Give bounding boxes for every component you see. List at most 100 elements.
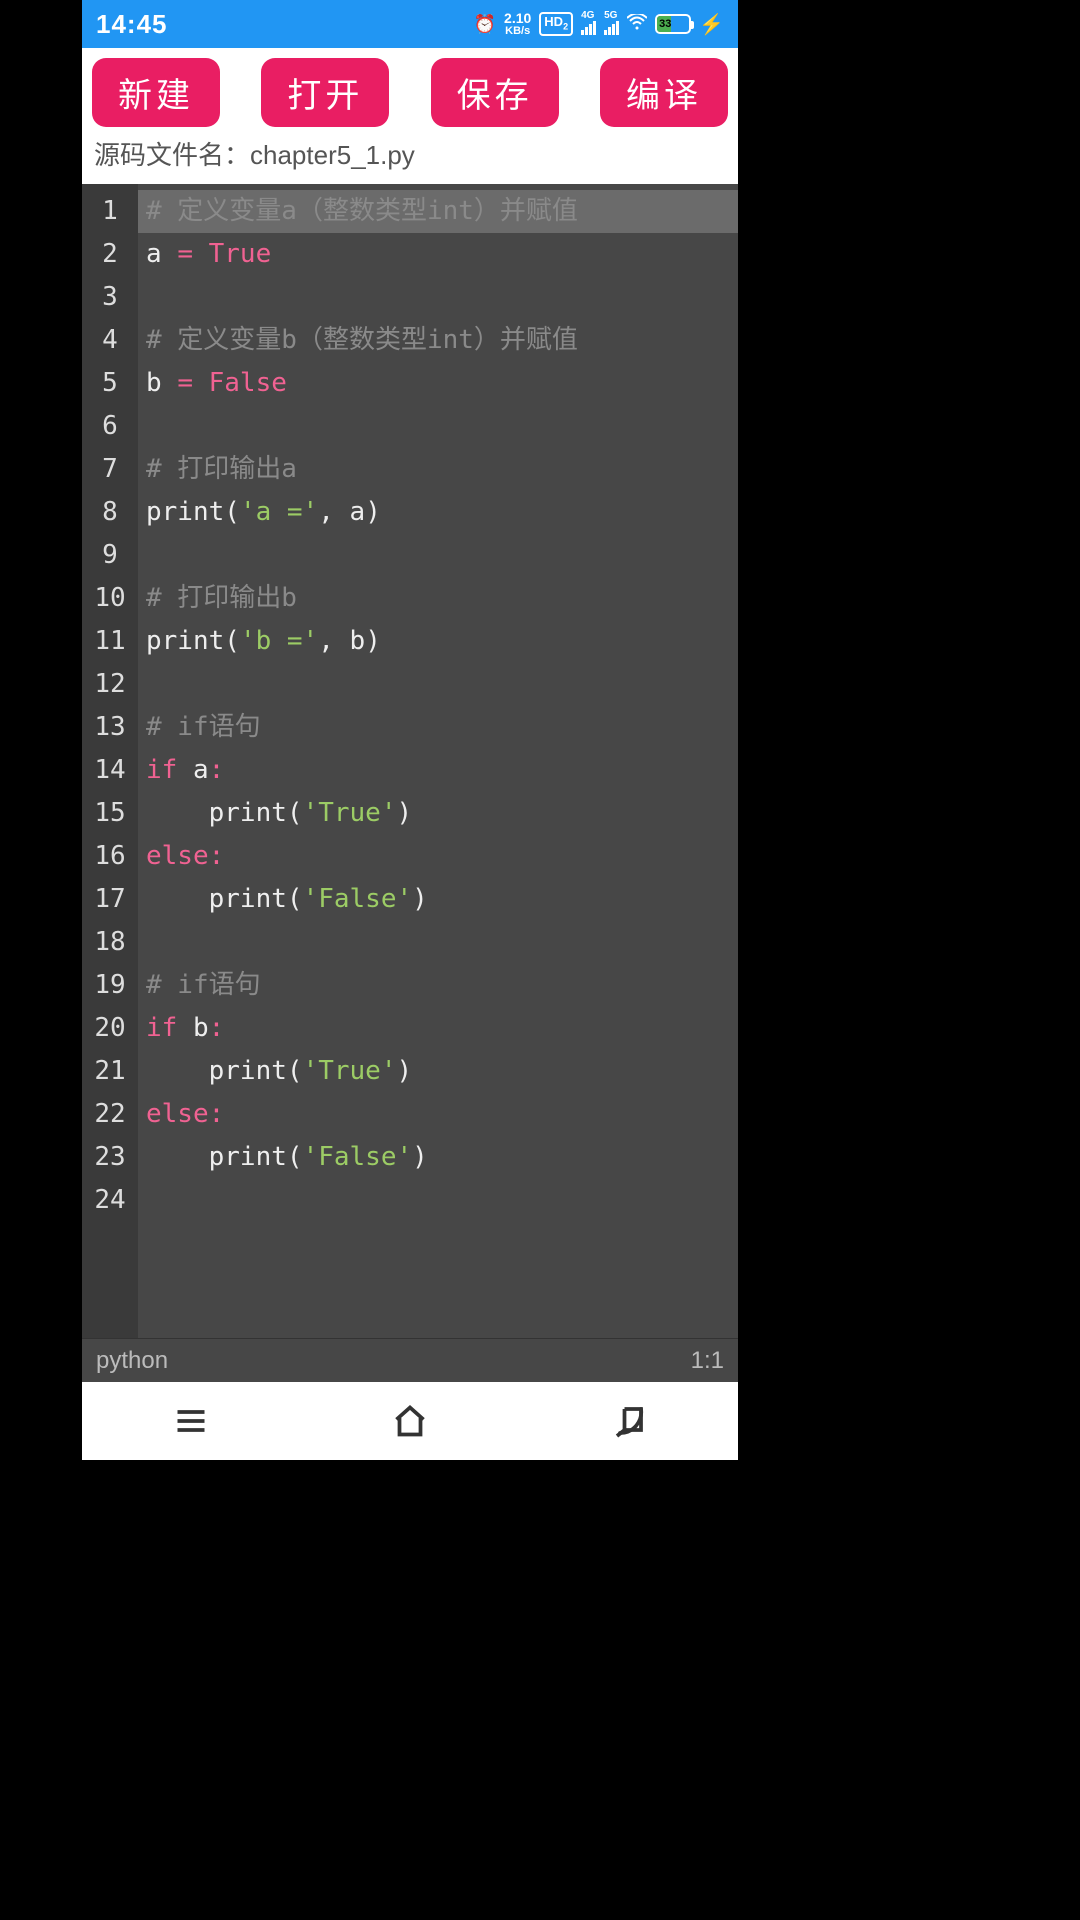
code-area[interactable]: # 定义变量a（整数类型int）并赋值 a = True # 定义变量b（整数类型i… <box>138 184 738 1338</box>
code-token: ( <box>287 884 303 914</box>
toolbar: 新建 打开 保存 编译 源码文件名：chapter5_1.py <box>82 48 738 184</box>
code-line[interactable]: # 打印输出b <box>138 577 738 620</box>
code-token <box>146 798 209 828</box>
code-line[interactable] <box>138 921 738 964</box>
code-token: : <box>209 755 225 785</box>
back-button[interactable] <box>607 1399 651 1443</box>
code-token: # 打印输出a <box>146 454 297 484</box>
code-token: print <box>209 1142 287 1172</box>
code-token: 'True' <box>303 1056 397 1086</box>
line-number: 8 <box>82 491 138 534</box>
compile-button[interactable]: 编译 <box>600 58 728 127</box>
net-speed: 2.10KB/s <box>504 11 531 37</box>
charging-icon: ⚡ <box>699 12 724 37</box>
code-line[interactable]: b = False <box>138 362 738 405</box>
code-token: = <box>177 239 193 269</box>
code-token: ) <box>365 497 381 527</box>
code-token: : <box>209 1099 225 1129</box>
code-token: ) <box>396 798 412 828</box>
code-line[interactable]: print('True') <box>138 792 738 835</box>
cursor-position: 1:1 <box>691 1347 724 1375</box>
alarm-icon: ⏰ <box>474 14 496 35</box>
line-number: 7 <box>82 448 138 491</box>
code-token <box>146 1142 209 1172</box>
code-token: a <box>177 755 208 785</box>
code-token: , <box>318 497 349 527</box>
phone-screen: 14:45 ⏰ 2.10KB/s HD2 4G 5G 33 ⚡ 新建 打开 保存… <box>82 0 738 1460</box>
button-row: 新建 打开 保存 编译 <box>92 58 728 127</box>
code-editor[interactable]: 123456789101112131415161718192021222324 … <box>82 184 738 1338</box>
code-token: a <box>146 239 177 269</box>
line-number: 3 <box>82 276 138 319</box>
code-token: ) <box>396 1056 412 1086</box>
code-line[interactable]: if b: <box>138 1007 738 1050</box>
line-number: 14 <box>82 749 138 792</box>
code-line[interactable] <box>138 405 738 448</box>
line-number: 19 <box>82 964 138 1007</box>
line-number: 20 <box>82 1007 138 1050</box>
hd-icon: HD2 <box>539 12 573 37</box>
code-token: 'False' <box>303 884 413 914</box>
code-token: if <box>146 1013 177 1043</box>
code-line[interactable] <box>138 276 738 319</box>
code-line[interactable]: if a: <box>138 749 738 792</box>
code-line[interactable]: print('False') <box>138 878 738 921</box>
signal-1: 4G <box>581 11 596 38</box>
code-line[interactable]: print('a =', a) <box>138 491 738 534</box>
code-token: ) <box>365 626 381 656</box>
editor-statusline: python 1:1 <box>82 1338 738 1382</box>
status-time: 14:45 <box>96 9 168 40</box>
code-token <box>193 368 209 398</box>
code-line[interactable]: # 定义变量a（整数类型int）并赋值 <box>138 190 738 233</box>
code-line[interactable]: print('True') <box>138 1050 738 1093</box>
code-token: ) <box>412 1142 428 1172</box>
code-token: b <box>146 368 177 398</box>
code-line[interactable]: # 定义变量b（整数类型int）并赋值 <box>138 319 738 362</box>
code-line[interactable]: # 打印输出a <box>138 448 738 491</box>
line-number: 12 <box>82 663 138 706</box>
code-token: else <box>146 841 209 871</box>
code-token: # if语句 <box>146 970 261 1000</box>
open-button[interactable]: 打开 <box>261 58 389 127</box>
line-number: 9 <box>82 534 138 577</box>
line-number: 22 <box>82 1093 138 1136</box>
line-number: 15 <box>82 792 138 835</box>
save-button[interactable]: 保存 <box>431 58 559 127</box>
line-number: 21 <box>82 1050 138 1093</box>
line-number: 6 <box>82 405 138 448</box>
code-line[interactable]: else: <box>138 835 738 878</box>
code-line[interactable] <box>138 1179 738 1222</box>
recents-button[interactable] <box>169 1399 213 1443</box>
code-token <box>146 1056 209 1086</box>
line-number: 1 <box>82 190 138 233</box>
line-number: 16 <box>82 835 138 878</box>
code-token: : <box>209 841 225 871</box>
line-number: 17 <box>82 878 138 921</box>
code-line[interactable] <box>138 663 738 706</box>
code-token: # 打印输出b <box>146 583 297 613</box>
code-line[interactable]: a = True <box>138 233 738 276</box>
code-line[interactable]: print('False') <box>138 1136 738 1179</box>
code-token: 'True' <box>303 798 397 828</box>
filename-prefix: 源码文件名： <box>94 140 250 170</box>
code-line[interactable]: print('b =', b) <box>138 620 738 663</box>
status-icons: ⏰ 2.10KB/s HD2 4G 5G 33 ⚡ <box>474 11 724 38</box>
code-token: print <box>146 626 224 656</box>
code-token: 'False' <box>303 1142 413 1172</box>
signal-2: 5G <box>604 11 619 38</box>
code-line[interactable]: # if语句 <box>138 964 738 1007</box>
code-line[interactable]: else: <box>138 1093 738 1136</box>
new-button[interactable]: 新建 <box>92 58 220 127</box>
code-token: 'b =' <box>240 626 318 656</box>
code-token: : <box>209 1013 225 1043</box>
home-button[interactable] <box>388 1399 432 1443</box>
code-token: # 定义变量a（整数类型int）并赋值 <box>146 196 578 226</box>
line-number: 18 <box>82 921 138 964</box>
code-line[interactable]: # if语句 <box>138 706 738 749</box>
code-token: a <box>350 497 366 527</box>
line-number: 10 <box>82 577 138 620</box>
code-line[interactable] <box>138 534 738 577</box>
code-token: print <box>146 497 224 527</box>
code-token: 'a =' <box>240 497 318 527</box>
code-token: True <box>209 239 272 269</box>
